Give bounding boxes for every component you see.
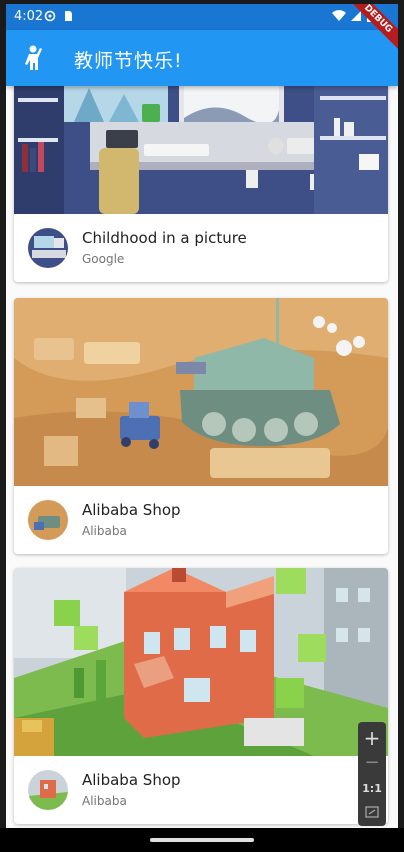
teacher-icon[interactable] bbox=[20, 44, 46, 72]
app-title: 教师节快乐! bbox=[74, 50, 183, 72]
wifi-icon bbox=[332, 10, 346, 21]
home-gesture-pill[interactable] bbox=[150, 838, 254, 842]
phone-screen: 4:02 教师节快乐! DEBUG Childhood in a picture… bbox=[6, 4, 398, 828]
system-nav-bar bbox=[0, 828, 404, 852]
avatar bbox=[28, 228, 68, 268]
emulator-zoom-controls: + − 1:1 bbox=[358, 722, 386, 826]
card-footer: Alibaba Shop Alibaba bbox=[14, 486, 388, 554]
card-childhood[interactable]: Childhood in a picture Google bbox=[14, 78, 388, 282]
card-title: Alibaba Shop bbox=[82, 501, 181, 519]
one-to-one-button[interactable]: 1:1 bbox=[358, 782, 386, 795]
card-title: Childhood in a picture bbox=[82, 229, 247, 247]
card-image bbox=[14, 78, 388, 214]
settings-status-icon bbox=[44, 10, 56, 22]
status-time: 4:02 bbox=[14, 9, 44, 24]
fit-screen-icon[interactable] bbox=[365, 806, 379, 818]
status-bar: 4:02 bbox=[6, 4, 398, 30]
zoom-out-button[interactable]: − bbox=[358, 752, 386, 773]
card-footer: Alibaba Shop Alibaba bbox=[14, 756, 388, 824]
card-subtitle: Alibaba bbox=[82, 524, 127, 538]
card-footer: Childhood in a picture Google bbox=[14, 214, 388, 282]
card-subtitle: Alibaba bbox=[82, 794, 127, 808]
avatar bbox=[28, 770, 68, 810]
card-title: Alibaba Shop bbox=[82, 771, 181, 789]
card-image bbox=[14, 568, 388, 756]
card-alibaba-shop-2[interactable]: Alibaba Shop Alibaba bbox=[14, 568, 388, 824]
card-subtitle: Google bbox=[82, 252, 125, 266]
zoom-in-button[interactable]: + bbox=[358, 726, 386, 750]
card-alibaba-shop-1[interactable]: Alibaba Shop Alibaba bbox=[14, 298, 388, 554]
avatar bbox=[28, 500, 68, 540]
app-bar: 教师节快乐! bbox=[6, 30, 398, 86]
sd-card-icon bbox=[65, 11, 72, 21]
card-image bbox=[14, 298, 388, 486]
